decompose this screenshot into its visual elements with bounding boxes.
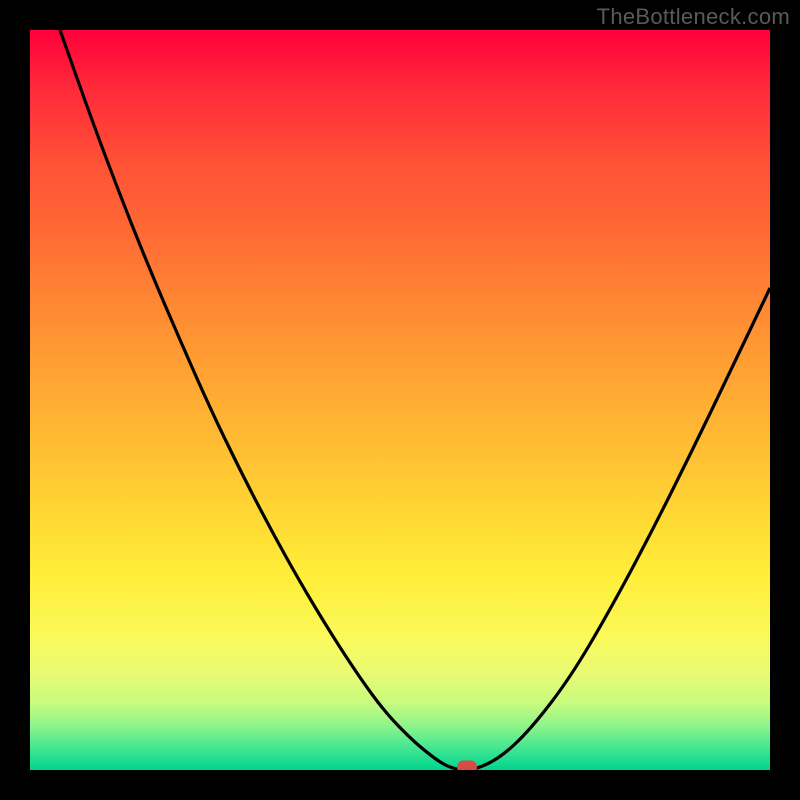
curve-path [60, 30, 770, 770]
watermark-text: TheBottleneck.com [597, 4, 790, 30]
chart-frame: TheBottleneck.com [0, 0, 800, 800]
plot-area [30, 30, 770, 770]
optimal-marker [457, 761, 477, 771]
bottleneck-curve [30, 30, 770, 770]
